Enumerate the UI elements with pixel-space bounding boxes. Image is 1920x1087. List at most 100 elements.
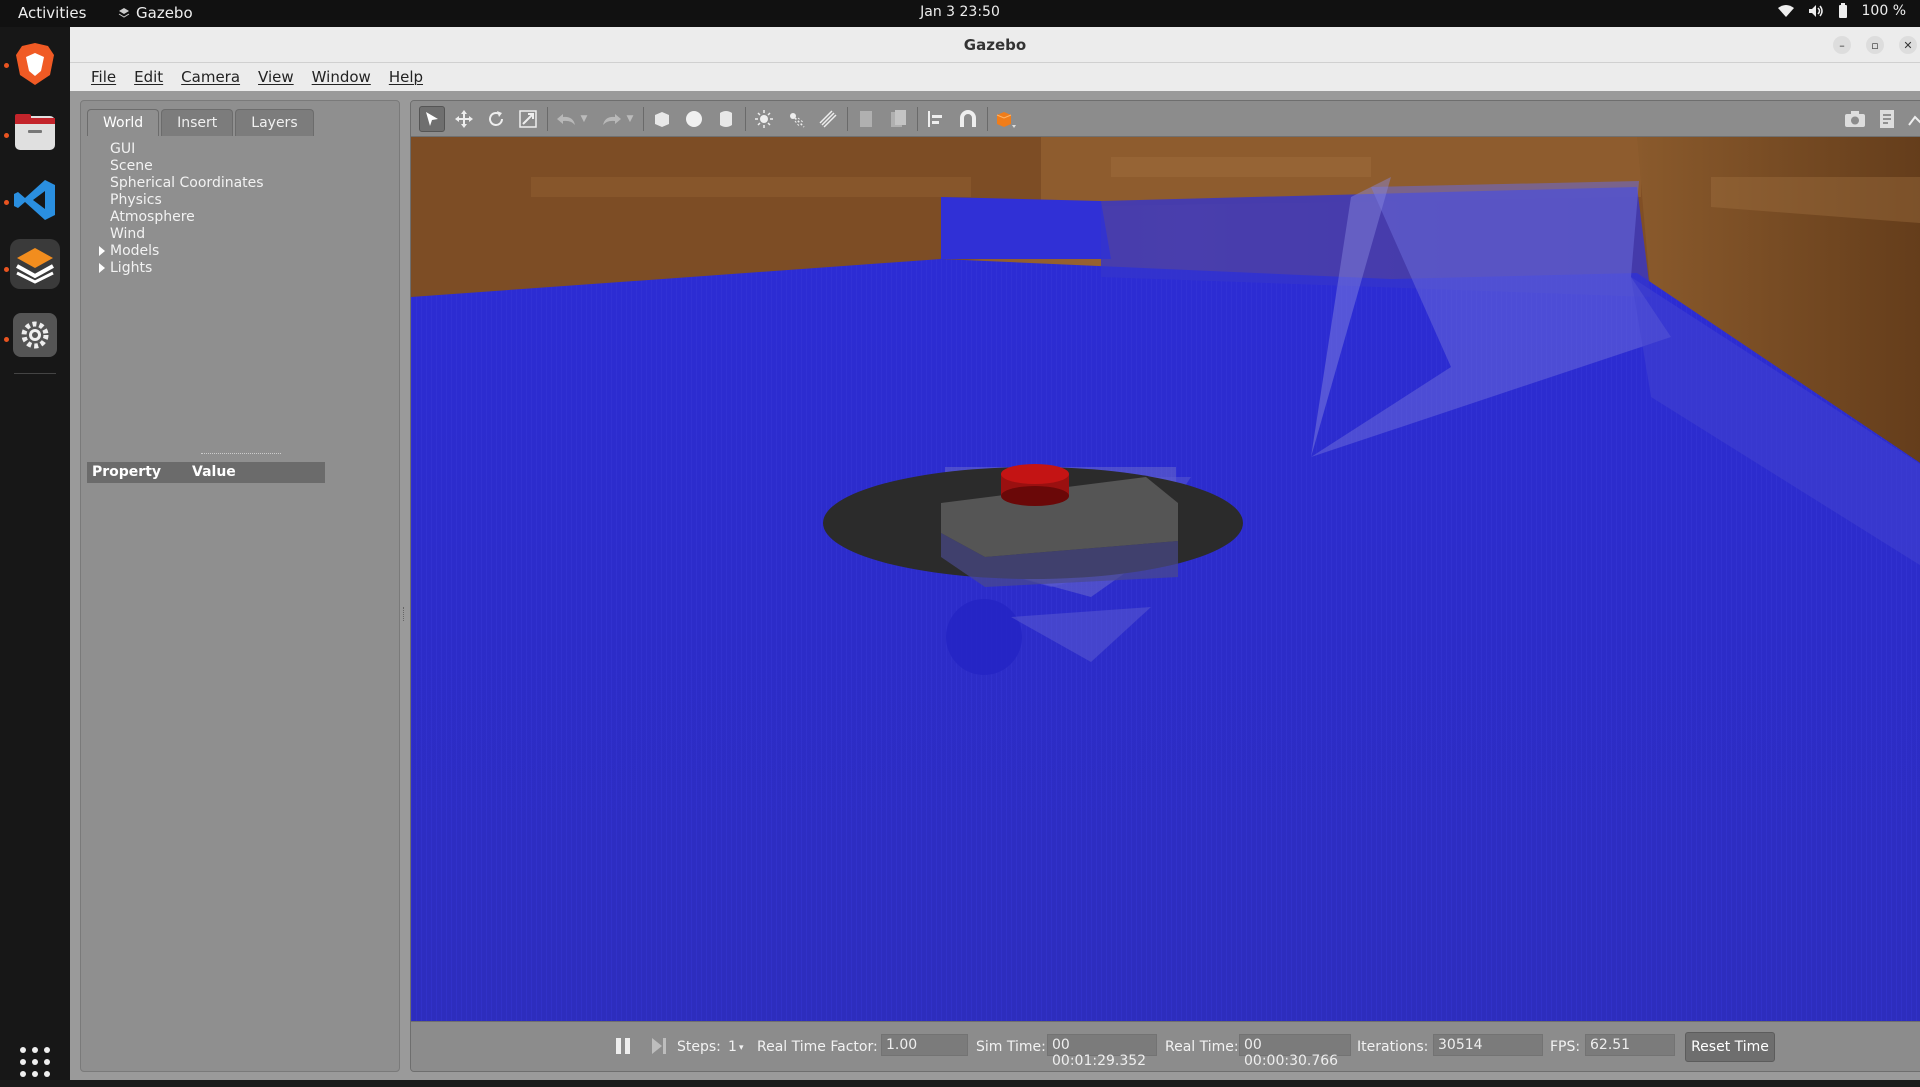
- rtf-value: 1.00: [881, 1034, 968, 1056]
- scale-mode-button[interactable]: [515, 106, 541, 132]
- select-mode-button[interactable]: [419, 106, 445, 132]
- step-forward-icon[interactable]: [651, 1037, 667, 1055]
- snap-button[interactable]: [955, 106, 981, 132]
- change-view-button[interactable]: [993, 106, 1019, 132]
- copy-button[interactable]: [853, 106, 879, 132]
- tree-item-atmosphere[interactable]: Atmosphere: [110, 209, 195, 225]
- redo-dropdown-icon: ▼: [626, 114, 634, 124]
- plot-button[interactable]: [1906, 106, 1920, 132]
- maximize-button[interactable]: ▫: [1866, 36, 1884, 54]
- battery-percent: 100 %: [1861, 3, 1906, 19]
- tab-layers[interactable]: Layers: [235, 109, 314, 136]
- clock[interactable]: Jan 3 23:50: [0, 4, 1920, 20]
- align-button[interactable]: [923, 106, 949, 132]
- rtf-label: Real Time Factor:: [757, 1039, 878, 1055]
- menu-camera[interactable]: Camera: [172, 63, 249, 91]
- volume-icon: [1808, 5, 1823, 17]
- viewport-toolbar: ▼ ▼: [411, 101, 1920, 137]
- insert-box-button[interactable]: [649, 106, 675, 132]
- iterations-label: Iterations:: [1357, 1039, 1429, 1055]
- real-time-value: 00 00:00:30.766: [1239, 1034, 1351, 1069]
- running-indicator: [4, 200, 9, 205]
- translate-mode-button[interactable]: [451, 106, 477, 132]
- simulation-scene[interactable]: [411, 137, 1920, 1021]
- toolbar-separator: [847, 107, 848, 131]
- running-indicator: [4, 63, 9, 68]
- close-button[interactable]: ✕: [1899, 36, 1917, 54]
- wifi-icon: [1777, 5, 1794, 17]
- insert-point-light-button[interactable]: [751, 106, 777, 132]
- tree-item-physics[interactable]: Physics: [110, 192, 162, 208]
- sphere-shape-icon: [686, 111, 702, 127]
- menu-window[interactable]: Window: [303, 63, 380, 91]
- log-data-button[interactable]: [1874, 106, 1900, 132]
- undo-button[interactable]: [553, 106, 579, 132]
- minimize-icon: –: [1839, 38, 1845, 52]
- gazebo-window: Gazebo – ▫ ✕ File Edit Camera View Windo…: [70, 27, 1920, 1080]
- pause-icon[interactable]: [615, 1037, 631, 1055]
- files-icon: [15, 114, 55, 150]
- insert-cylinder-button[interactable]: [713, 106, 739, 132]
- dock-brave-browser[interactable]: [10, 39, 60, 89]
- tree-item-wind[interactable]: Wind: [110, 226, 145, 242]
- tree-item-spherical-coordinates[interactable]: Spherical Coordinates: [110, 175, 264, 191]
- scale-mode-icon: [519, 110, 537, 128]
- menu-edit[interactable]: Edit: [125, 63, 172, 91]
- tree-item-models[interactable]: Models: [110, 243, 159, 259]
- expand-arrow-icon[interactable]: [99, 246, 105, 256]
- dock-files[interactable]: [10, 107, 60, 157]
- expand-arrow-icon[interactable]: [99, 263, 105, 273]
- rotate-mode-button[interactable]: [483, 106, 509, 132]
- panel-splitter[interactable]: [403, 607, 405, 621]
- insert-directional-light-button[interactable]: [815, 106, 841, 132]
- undo-dropdown-icon: ▼: [580, 114, 588, 124]
- menu-help[interactable]: Help: [380, 63, 432, 91]
- undo-history-dropdown[interactable]: ▼: [577, 106, 591, 132]
- close-icon: ✕: [1903, 38, 1913, 52]
- reset-time-button[interactable]: Reset Time: [1685, 1032, 1775, 1062]
- tree-item-gui[interactable]: GUI: [110, 141, 135, 157]
- world-tree: GUI Scene Spherical Coordinates Physics …: [87, 137, 393, 445]
- dock-vscode[interactable]: [10, 175, 60, 225]
- app-grid-icon: [20, 1047, 50, 1077]
- panel-resize-grip[interactable]: [201, 453, 281, 457]
- spot-light-icon: [790, 113, 805, 128]
- minimize-button[interactable]: –: [1833, 36, 1851, 54]
- running-indicator: [4, 133, 9, 138]
- menu-file[interactable]: File: [82, 63, 125, 91]
- 3d-viewport[interactable]: [411, 137, 1920, 1021]
- insert-sphere-button[interactable]: [681, 106, 707, 132]
- sim-time-label: Sim Time:: [976, 1039, 1046, 1055]
- steps-dropdown-icon[interactable]: ▾: [739, 1043, 744, 1053]
- change-view-icon: [996, 112, 1016, 128]
- panel-tabs: World Insert Layers: [87, 109, 314, 136]
- menu-view[interactable]: View: [249, 63, 303, 91]
- dock-gazebo[interactable]: [10, 239, 60, 289]
- window-title: Gazebo: [963, 36, 1027, 54]
- plot-icon: [1908, 115, 1920, 126]
- tree-item-lights[interactable]: Lights: [110, 260, 152, 276]
- cylinder-shape-icon: [720, 111, 732, 127]
- copy-icon: [860, 111, 872, 127]
- tab-world[interactable]: World: [87, 109, 160, 136]
- steps-spinbox[interactable]: 1: [728, 1039, 737, 1055]
- insert-spot-light-button[interactable]: [783, 106, 809, 132]
- screenshot-button[interactable]: [1842, 106, 1868, 132]
- dock-separator: [14, 373, 56, 374]
- sim-time-value: 00 00:01:29.352: [1047, 1034, 1157, 1069]
- window-titlebar[interactable]: Gazebo – ▫ ✕: [70, 27, 1920, 63]
- simulation-controls: Steps: 1 ▾ Real Time Factor: 1.00 Sim Ti…: [411, 1021, 1920, 1071]
- tree-item-scene[interactable]: Scene: [110, 158, 153, 174]
- paste-button[interactable]: [885, 106, 911, 132]
- fps-label: FPS:: [1550, 1039, 1581, 1055]
- system-tray[interactable]: 100 %: [1777, 3, 1906, 19]
- point-light-icon: [755, 110, 773, 128]
- tab-insert[interactable]: Insert: [161, 109, 234, 136]
- redo-button[interactable]: [599, 106, 625, 132]
- render-area: ▼ ▼ Steps: 1 ▾ Real Time Factor: 1.00 Si…: [410, 100, 1920, 1072]
- snap-icon: [960, 110, 976, 127]
- redo-history-dropdown[interactable]: ▼: [623, 106, 637, 132]
- dock-settings[interactable]: [10, 310, 60, 360]
- paste-icon: [891, 110, 906, 127]
- laser-scan-floor: [411, 187, 1920, 1021]
